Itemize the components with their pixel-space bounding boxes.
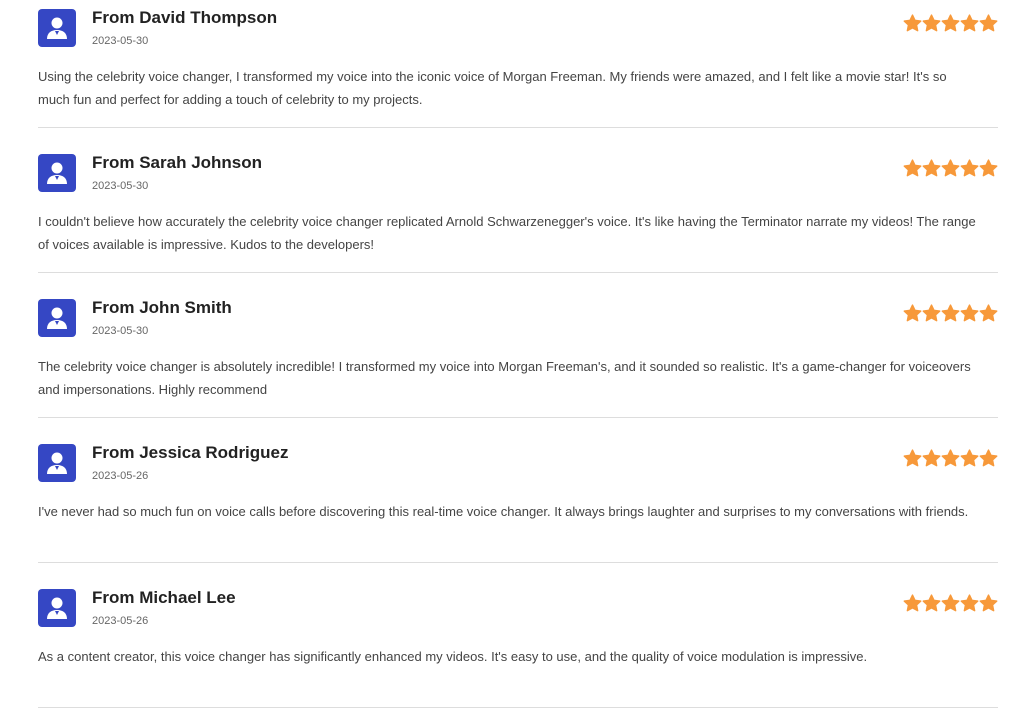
reviewer-name: From John Smith: [92, 298, 232, 317]
review-item: From John Smith 2023-05-30 The celebrity…: [38, 290, 998, 418]
star-icon: [941, 449, 960, 467]
review-item: From Jessica Rodriguez 2023-05-26 I've n…: [38, 435, 998, 563]
star-rating: [903, 304, 998, 323]
star-icon: [979, 14, 998, 32]
star-icon: [922, 449, 941, 467]
review-date: 2023-05-26: [92, 615, 149, 627]
star-icon: [941, 304, 960, 322]
star-icon: [922, 14, 941, 32]
user-avatar-icon: [38, 9, 76, 47]
star-icon: [960, 14, 979, 32]
star-icon: [941, 14, 960, 32]
star-icon: [979, 594, 998, 612]
star-icon: [960, 304, 979, 322]
review-item: From Michael Lee 2023-05-26 As a content…: [38, 580, 998, 708]
star-icon: [903, 14, 922, 32]
star-icon: [979, 304, 998, 322]
star-rating: [903, 159, 998, 178]
star-rating: [903, 449, 998, 468]
review-date: 2023-05-30: [92, 35, 149, 47]
star-icon: [941, 159, 960, 177]
star-icon: [941, 594, 960, 612]
reviewer-name: From Michael Lee: [92, 588, 236, 607]
star-icon: [922, 159, 941, 177]
star-icon: [960, 159, 979, 177]
reviewer-name: From David Thompson: [92, 8, 278, 27]
star-icon: [979, 449, 998, 467]
star-icon: [903, 159, 922, 177]
user-avatar-icon: [38, 589, 76, 627]
star-icon: [979, 159, 998, 177]
review-item: From David Thompson 2023-05-30 Using the…: [38, 0, 998, 128]
review-date: 2023-05-26: [92, 470, 149, 482]
star-icon: [903, 304, 922, 322]
review-text: Using the celebrity voice changer, I tra…: [38, 69, 947, 107]
reviewer-name: From Jessica Rodriguez: [92, 443, 289, 462]
review-text: As a content creator, this voice changer…: [38, 649, 868, 664]
star-icon: [903, 594, 922, 612]
star-icon: [960, 449, 979, 467]
user-avatar-icon: [38, 154, 76, 192]
user-avatar-icon: [38, 299, 76, 337]
star-icon: [960, 594, 979, 612]
reviewer-name: From Sarah Johnson: [92, 153, 263, 172]
star-icon: [922, 304, 941, 322]
star-icon: [922, 594, 941, 612]
review-text: The celebrity voice changer is absolutel…: [38, 359, 971, 397]
star-rating: [903, 594, 998, 613]
review-date: 2023-05-30: [92, 325, 149, 337]
review-list: From David Thompson 2023-05-30 Using the…: [38, 0, 998, 725]
review-text: I couldn't believe how accurately the ce…: [38, 214, 976, 252]
star-rating: [903, 14, 998, 33]
review-date: 2023-05-30: [92, 180, 149, 192]
star-icon: [903, 449, 922, 467]
review-text: I've never had so much fun on voice call…: [38, 504, 969, 519]
user-avatar-icon: [38, 444, 76, 482]
review-item: From Sarah Johnson 2023-05-30 I couldn't…: [38, 145, 998, 273]
